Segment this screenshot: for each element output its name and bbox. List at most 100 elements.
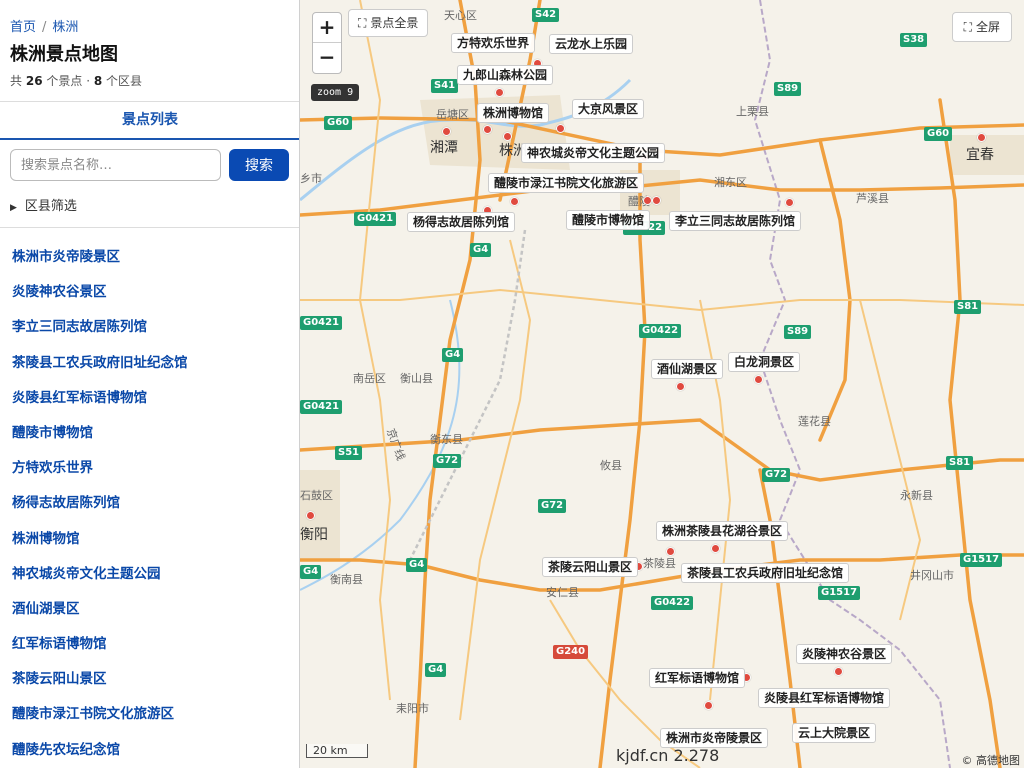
breadcrumb-current-link[interactable]: 株洲 <box>52 20 78 35</box>
fullscreen-button[interactable]: ⛶ 全屏 <box>951 12 1012 42</box>
poi-marker[interactable] <box>556 124 565 133</box>
poi-label[interactable]: 云上大院景区 <box>792 723 877 743</box>
poi-marker[interactable] <box>676 382 685 391</box>
district-filter-label: 区县筛选 <box>24 199 77 214</box>
spot-count-unit: 个景点 · <box>46 74 91 88</box>
poi-label[interactable]: 株洲茶陵县花湖谷景区 <box>656 521 789 541</box>
zoom-in-button[interactable]: + <box>313 13 341 43</box>
poi-label[interactable]: 醴陵市渌江书院文化旅游区 <box>488 173 645 193</box>
search-button[interactable]: 搜索 <box>229 149 289 181</box>
page-title: 株洲景点地图 <box>10 44 118 65</box>
poi-label[interactable]: 炎陵县红军标语博物馆 <box>758 688 891 708</box>
poi-label[interactable]: 茶陵县工农兵政府旧址纪念馆 <box>681 563 850 583</box>
breadcrumb-home-link[interactable]: 首页 <box>10 20 36 35</box>
poi-label[interactable]: 杨得志故居陈列馆 <box>407 212 516 232</box>
poi-marker[interactable] <box>503 132 512 141</box>
town-label: 衡南县 <box>330 573 363 586</box>
list-item[interactable]: 茶陵云阳山景区 <box>0 662 299 697</box>
list-item[interactable]: 酒仙湖景区 <box>0 592 299 627</box>
city-label: 湘潭 <box>430 140 458 156</box>
poi-label[interactable]: 炎陵神农谷景区 <box>796 644 893 664</box>
poi-marker[interactable] <box>754 375 763 384</box>
town-label: 乡市 <box>300 172 322 185</box>
list-item[interactable]: 杨得志故居陈列馆 <box>0 486 299 521</box>
city-label: 衡阳 <box>300 527 328 543</box>
poi-marker[interactable] <box>510 197 519 206</box>
poi-label[interactable]: 株洲博物馆 <box>477 103 550 123</box>
town-label: 岳塘区 <box>436 108 469 121</box>
poi-marker[interactable] <box>666 547 675 556</box>
list-item[interactable]: 神农城炎帝文化主题公园 <box>0 557 299 592</box>
poi-label[interactable]: 云龙水上乐园 <box>549 34 634 54</box>
poi-label[interactable]: 李立三同志故居陈列馆 <box>669 211 802 231</box>
watermark: kjdf.cn 2.278 <box>616 746 720 765</box>
city-label: 宜春 <box>966 147 994 163</box>
poi-marker[interactable] <box>483 125 492 134</box>
search-input[interactable] <box>10 149 221 181</box>
list-item[interactable]: 醴陵先农坛纪念馆 <box>0 733 299 768</box>
poi-marker[interactable] <box>643 196 652 205</box>
overview-button[interactable]: ⛶ 景点全景 <box>348 9 429 37</box>
route-shield: G0421 <box>300 316 343 330</box>
list-item[interactable]: 李立三同志故居陈列馆 <box>0 310 299 345</box>
poi-marker[interactable] <box>704 701 713 710</box>
spot-count: 26 <box>25 74 43 88</box>
list-item[interactable]: 株洲市炎帝陵景区 <box>0 240 299 275</box>
breadcrumb: 首页 / 株洲 <box>10 16 78 35</box>
caret-right-icon: ▶ <box>10 203 17 213</box>
route-shield: G4 <box>442 348 464 362</box>
poi-label[interactable]: 红军标语博物馆 <box>649 668 746 688</box>
poi-label[interactable]: 酒仙湖景区 <box>651 359 724 379</box>
route-shield: G1517 <box>960 553 1003 567</box>
route-shield: G4 <box>425 663 447 677</box>
list-item[interactable]: 醴陵市博物馆 <box>0 416 299 451</box>
poi-marker[interactable] <box>306 511 315 520</box>
poi-marker[interactable] <box>495 88 504 97</box>
overview-button-label: 景点全景 <box>370 16 419 30</box>
list-item[interactable]: 醴陵市渌江书院文化旅游区 <box>0 697 299 732</box>
route-shield: G240 <box>553 645 589 659</box>
fullscreen-icon: ⛶ <box>963 20 972 34</box>
list-item[interactable]: 茶陵县工农兵政府旧址纪念馆 <box>0 346 299 381</box>
town-label: 莲花县 <box>798 415 831 428</box>
tab-spot-list[interactable]: 景点列表 <box>0 102 299 140</box>
poi-label[interactable]: 方特欢乐世界 <box>451 33 536 53</box>
route-shield: G0421 <box>354 212 397 226</box>
poi-label[interactable]: 九郎山森林公园 <box>457 65 554 85</box>
poi-marker[interactable] <box>442 127 451 136</box>
poi-label[interactable]: 株洲市炎帝陵景区 <box>660 728 769 748</box>
poi-label[interactable]: 醴陵市博物馆 <box>566 210 651 230</box>
map-canvas[interactable]: 湘潭 株洲 宜春 衡阳 天心区 岳塘区 上栗县 芦溪县 湘东区 醴陵 南岳区 衡… <box>300 0 1024 768</box>
breadcrumb-separator: / <box>42 20 47 35</box>
poi-marker[interactable] <box>652 196 661 205</box>
poi-label[interactable]: 大京风景区 <box>572 99 645 119</box>
poi-label[interactable]: 神农城炎帝文化主题公园 <box>521 143 666 163</box>
poi-label[interactable]: 茶陵云阳山景区 <box>542 557 639 577</box>
district-count: 8 <box>93 74 103 88</box>
zoom-out-button[interactable]: − <box>313 43 341 73</box>
poi-marker[interactable] <box>711 544 720 553</box>
route-shield: G4 <box>406 558 428 572</box>
list-item[interactable]: 红军标语博物馆 <box>0 627 299 662</box>
list-item[interactable]: 方特欢乐世界 <box>0 451 299 486</box>
route-shield: G0422 <box>639 324 682 338</box>
poi-label[interactable]: 白龙洞景区 <box>728 352 801 372</box>
town-label: 上栗县 <box>736 105 769 118</box>
town-label: 攸县 <box>600 459 622 472</box>
route-shield: G0421 <box>300 400 343 414</box>
list-item[interactable]: 炎陵县红军标语博物馆 <box>0 381 299 416</box>
route-shield: S81 <box>946 456 974 470</box>
poi-marker[interactable] <box>834 667 843 676</box>
list-item[interactable]: 炎陵神农谷景区 <box>0 275 299 310</box>
town-label: 衡山县 <box>400 372 433 385</box>
town-label: 天心区 <box>444 9 477 22</box>
scale-bar: 20 km <box>306 744 368 758</box>
district-filter-toggle[interactable]: ▶ 区县筛选 <box>10 195 77 214</box>
poi-marker[interactable] <box>785 198 794 207</box>
poi-marker[interactable] <box>977 133 986 142</box>
town-label: 芦溪县 <box>856 192 889 205</box>
list-item[interactable]: 株洲博物馆 <box>0 522 299 557</box>
sidebar: 首页 / 株洲 株洲景点地图 共 26 个景点 · 8 个区县 景点列表 搜索 ▶ 区… <box>0 0 300 768</box>
town-label: 永新县 <box>900 489 933 502</box>
route-shield: S89 <box>784 325 812 339</box>
